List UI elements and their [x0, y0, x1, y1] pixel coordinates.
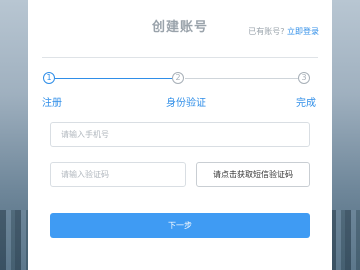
- get-sms-code-button[interactable]: 请点击获取短信验证码: [196, 162, 310, 187]
- next-button[interactable]: 下一步: [50, 213, 310, 238]
- step-1-label: 注册: [42, 98, 62, 109]
- verification-code-input[interactable]: 请输入验证码: [50, 162, 186, 187]
- divider: [42, 57, 318, 58]
- register-card: 创建账号 已有账号? 立即登录 1 2 3 注册 身份验证 完成 请输入手机号 …: [28, 0, 332, 270]
- step-2-label: 身份验证: [166, 98, 206, 109]
- step-indicator: 1 2 3 注册 身份验证 完成: [28, 70, 332, 110]
- step-3-label: 完成: [296, 98, 316, 109]
- login-prompt: 已有账号?: [248, 27, 285, 36]
- step-1-circle: 1: [43, 72, 55, 84]
- login-hint: 已有账号? 立即登录: [248, 26, 319, 37]
- login-link[interactable]: 立即登录: [287, 27, 319, 36]
- step-connector-1: [55, 78, 172, 79]
- step-2-circle: 2: [172, 72, 184, 84]
- step-3-circle: 3: [298, 72, 310, 84]
- phone-input[interactable]: 请输入手机号: [50, 122, 310, 147]
- step-connector-2: [185, 78, 298, 79]
